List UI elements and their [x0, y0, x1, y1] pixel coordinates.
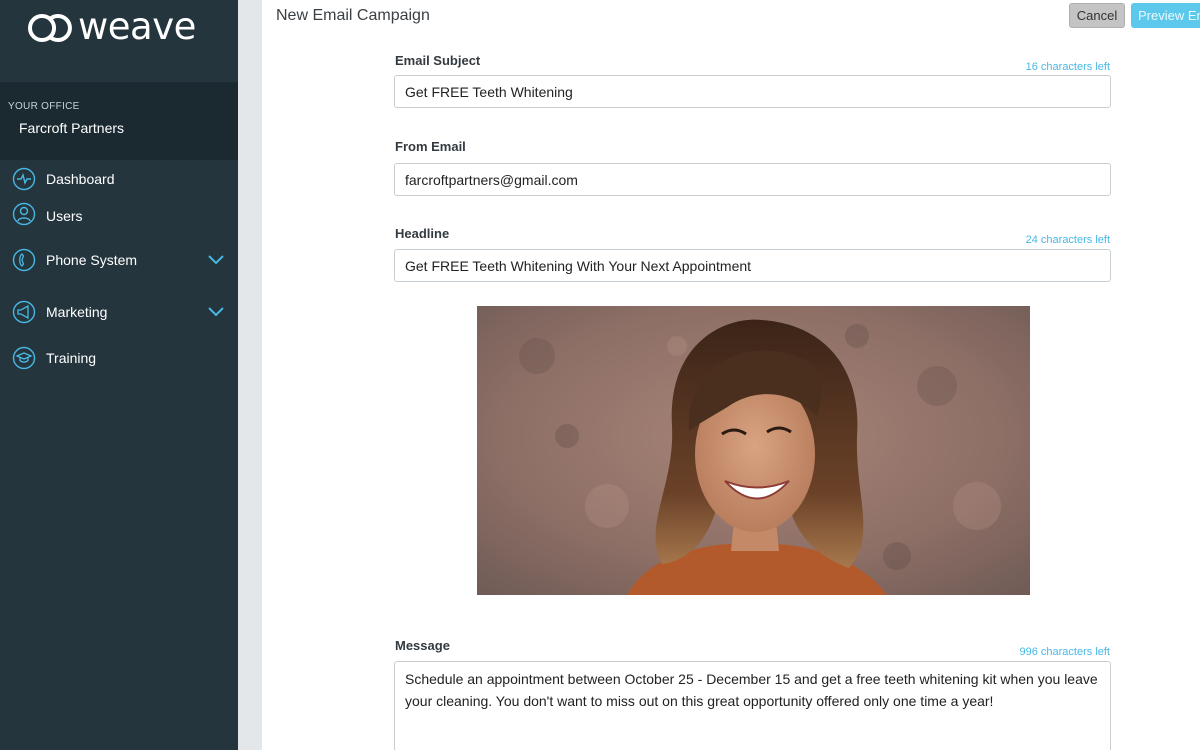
weave-logo-icon: [28, 13, 72, 43]
sidebar-item-label: Marketing: [46, 304, 108, 320]
pulse-icon: [12, 167, 36, 191]
chevron-down-icon[interactable]: [208, 255, 224, 265]
sidebar-item-label: Users: [46, 208, 83, 224]
message-label: Message: [395, 638, 450, 653]
email-subject-label: Email Subject: [395, 53, 481, 68]
sidebar: weave YOUR OFFICE Farcroft Partners Dash…: [0, 0, 238, 750]
headline-input[interactable]: [394, 249, 1111, 282]
weave-logo[interactable]: weave: [28, 4, 196, 48]
office-name: Farcroft Partners: [19, 120, 125, 136]
sidebar-item-marketing[interactable]: Marketing: [0, 294, 238, 330]
message-char-count: 996 characters left: [1019, 646, 1111, 658]
preview-email-button[interactable]: Preview Em: [1131, 3, 1200, 28]
subject-char-count: 16 characters left: [1025, 61, 1110, 73]
message-textarea[interactable]: Schedule an appointment between October …: [394, 661, 1111, 750]
sidebar-divider: [238, 0, 262, 750]
chevron-down-icon[interactable]: [208, 307, 224, 317]
page-title: New Email Campaign: [276, 7, 430, 24]
sidebar-item-dashboard[interactable]: Dashboard: [0, 161, 238, 197]
user-icon: [12, 202, 36, 226]
email-subject-input[interactable]: [394, 75, 1111, 108]
sidebar-item-label: Training: [46, 350, 97, 366]
from-email-input[interactable]: [394, 163, 1111, 196]
smiling-woman-photo: [477, 306, 1030, 595]
office-selector[interactable]: YOUR OFFICE Farcroft Partners: [0, 82, 238, 160]
sidebar-item-label: Dashboard: [46, 171, 115, 187]
from-email-label: From Email: [395, 139, 466, 154]
sidebar-item-training[interactable]: Training: [0, 340, 238, 376]
graduation-cap-icon: [12, 346, 36, 370]
campaign-image[interactable]: [477, 306, 1030, 595]
office-label: YOUR OFFICE: [8, 101, 80, 112]
headline-label: Headline: [395, 226, 450, 241]
megaphone-icon: [12, 300, 36, 324]
cancel-button[interactable]: Cancel: [1069, 3, 1125, 28]
sidebar-item-label: Phone System: [46, 252, 138, 268]
sidebar-item-phone-system[interactable]: Phone System: [0, 242, 238, 278]
phone-icon: [12, 248, 36, 272]
sidebar-item-users[interactable]: Users: [0, 198, 238, 234]
headline-char-count: 24 characters left: [1025, 234, 1110, 246]
logo-text: weave: [78, 4, 196, 48]
